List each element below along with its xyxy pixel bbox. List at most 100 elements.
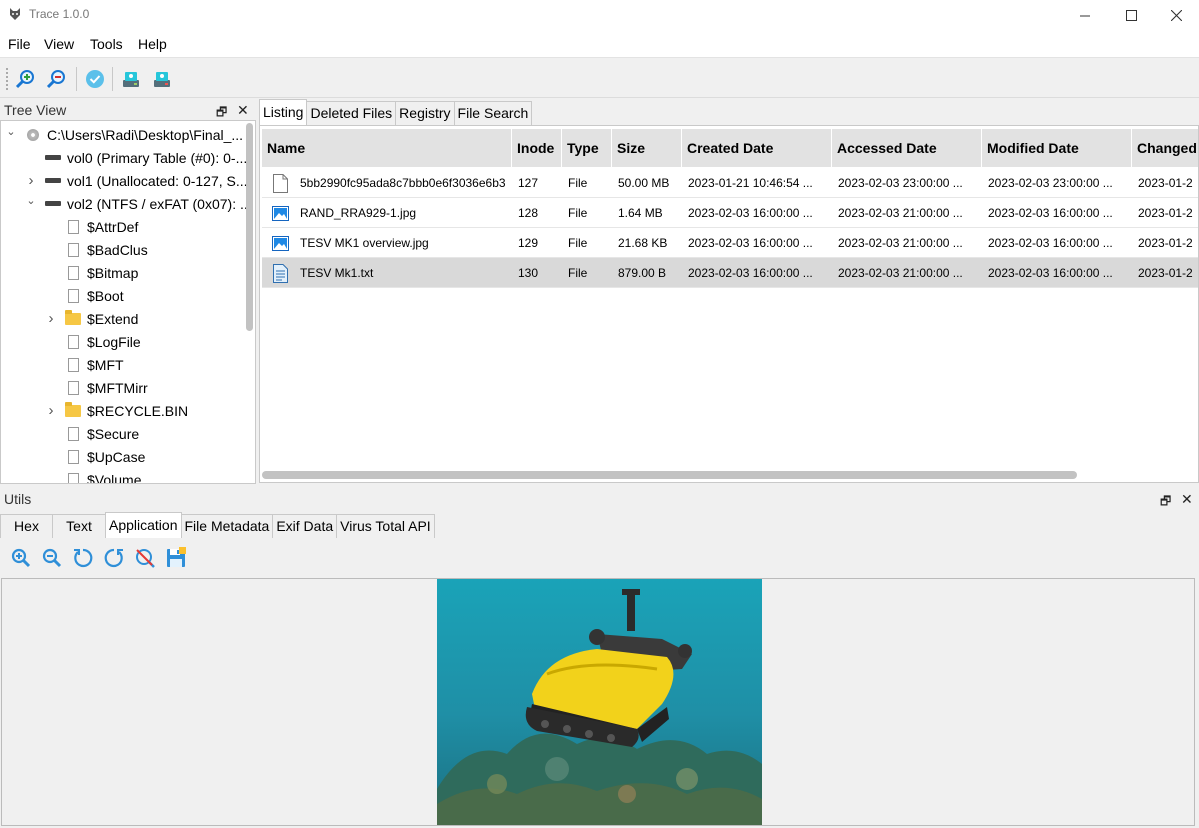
rotate-right-button[interactable] — [102, 546, 126, 570]
image-viewer — [1, 578, 1195, 826]
utils-tab-file-metadata[interactable]: File Metadata — [180, 514, 274, 538]
cell-name: TESV Mk1.txt — [300, 266, 374, 280]
column-header-created-date[interactable]: Created Date — [682, 129, 832, 167]
rotate-left-button[interactable] — [71, 546, 95, 570]
utils-float-button[interactable]: 🗗 — [1160, 492, 1171, 513]
tree-item-label: $Boot — [87, 287, 124, 304]
collapse-arrow-icon[interactable]: › — [25, 172, 37, 189]
tree-item[interactable]: $BadClus — [45, 238, 148, 261]
tree-item[interactable]: › vol1 (Unallocated: 0-127, S... — [25, 169, 248, 192]
tree-item[interactable]: $LogFile — [45, 330, 141, 353]
column-header-changed[interactable]: Changed — [1132, 129, 1198, 167]
file-icon — [65, 357, 81, 373]
cell-type: File — [568, 236, 588, 250]
utils-close-button[interactable]: ✕ — [1181, 491, 1193, 508]
tree-item[interactable]: ⌄ vol2 (NTFS / exFAT (0x07): ... — [25, 192, 252, 215]
cell-name: TESV MK1 overview.jpg — [300, 236, 429, 250]
zoom-in-button[interactable] — [9, 546, 33, 570]
tree-item[interactable]: › $Extend — [45, 307, 138, 330]
table-row[interactable]: 5bb2990fc95ada8c7bbb0e6f3036e6b3 127 File 5… — [262, 168, 1198, 198]
tree-item[interactable]: $Secure — [45, 422, 139, 445]
table-row[interactable]: TESV MK1 overview.jpg 129 File 21.68 KB 2023… — [262, 228, 1198, 258]
scrollbar-thumb[interactable] — [262, 471, 1077, 479]
menu-view[interactable]: View — [44, 36, 74, 52]
tree-item[interactable]: $Boot — [45, 284, 124, 307]
collapse-arrow-icon[interactable]: › — [45, 402, 57, 419]
reset-view-button[interactable] — [133, 546, 157, 570]
remove-image-button[interactable] — [45, 67, 69, 91]
unmount-drive-button[interactable] — [150, 67, 174, 91]
tree-item[interactable]: $Bitmap — [45, 261, 138, 284]
add-image-button[interactable] — [14, 67, 38, 91]
menu-help[interactable]: Help — [138, 36, 167, 52]
tab-registry[interactable]: Registry — [395, 101, 455, 125]
mount-drive-button[interactable] — [119, 67, 143, 91]
cell-accessed: 2023-02-03 23:00:00 ... — [838, 176, 963, 190]
disc-icon — [25, 127, 41, 143]
zoom-out-icon — [42, 548, 62, 568]
tab-deleted-files[interactable]: Deleted Files — [306, 101, 397, 125]
utils-tab-application[interactable]: Application — [105, 512, 182, 538]
listing-horizontal-scrollbar[interactable] — [262, 469, 1196, 479]
column-header-size[interactable]: Size — [612, 129, 682, 167]
tree-item[interactable]: ⌄ C:\Users\Radi\Desktop\Final_... — [5, 123, 243, 146]
save-button[interactable] — [164, 546, 188, 570]
tree-item-label: $AttrDef — [87, 218, 139, 235]
app-logo-icon — [10, 8, 20, 20]
tree-view-close-button[interactable]: ✕ — [237, 102, 249, 119]
toolbar-grip[interactable] — [6, 68, 8, 90]
utils-tab-hex[interactable]: Hex — [0, 514, 53, 538]
utils-tab-bar: Hex Text Application File Metadata Exif Data… — [0, 512, 435, 538]
tree-item[interactable]: $MFT — [45, 353, 124, 376]
table-row[interactable]: TESV Mk1.txt 130 File 879.00 B 2023-02-03 16… — [262, 258, 1198, 288]
maximize-button[interactable] — [1108, 0, 1154, 30]
menu-tools[interactable]: Tools — [90, 36, 123, 52]
close-window-button[interactable] — [1153, 0, 1199, 30]
tree-item[interactable]: $MFTMirr — [45, 376, 148, 399]
toolbar-separator — [112, 67, 113, 91]
tree-view-title: Tree View — [4, 102, 67, 118]
column-header-modified-date[interactable]: Modified Date — [982, 129, 1132, 167]
tree-item[interactable]: › $RECYCLE.BIN — [45, 399, 188, 422]
column-header-accessed-date[interactable]: Accessed Date — [832, 129, 982, 167]
verify-button[interactable] — [83, 67, 107, 91]
tree-item[interactable]: $UpCase — [45, 445, 145, 468]
title-bar: Trace 1.0.0 — [0, 0, 1199, 30]
cell-type: File — [568, 176, 588, 190]
utils-tab-text[interactable]: Text — [52, 514, 106, 538]
tree-item-label: vol2 (NTFS / exFAT (0x07): ... — [67, 195, 252, 212]
cell-created: 2023-01-21 10:46:54 ... — [688, 176, 813, 190]
tree-item[interactable]: vol0 (Primary Table (#0): 0-... — [25, 146, 247, 169]
table-row[interactable]: RAND_RRA929-1.jpg 128 File 1.64 MB 2023-02-0… — [262, 198, 1198, 228]
file-icon — [65, 449, 81, 465]
column-header-name[interactable]: Name — [262, 129, 512, 167]
tab-file-search[interactable]: File Search — [453, 101, 533, 125]
tree-vertical-scrollbar[interactable] — [245, 123, 253, 481]
file-icon — [65, 288, 81, 304]
cell-changed: 2023-01-2 — [1138, 236, 1193, 250]
window-title: Trace 1.0.0 — [29, 7, 90, 21]
image-file-icon — [272, 233, 289, 253]
tree-item[interactable]: $Volume — [45, 468, 141, 483]
tree-item-label: $LogFile — [87, 333, 141, 350]
tab-listing[interactable]: Listing — [259, 99, 308, 125]
tree-item[interactable]: $AttrDef — [45, 215, 138, 238]
column-header-type[interactable]: Type — [562, 129, 612, 167]
tree-item-label: C:\Users\Radi\Desktop\Final_... — [47, 126, 244, 143]
zoom-out-button[interactable] — [40, 546, 64, 570]
minimize-button[interactable] — [1062, 0, 1108, 30]
utils-tab-exif-data[interactable]: Exif Data — [272, 514, 338, 538]
menu-file[interactable]: File — [8, 36, 31, 52]
cell-accessed: 2023-02-03 21:00:00 ... — [838, 206, 963, 220]
viewer-toolbar — [0, 538, 1199, 578]
collapse-arrow-icon[interactable]: › — [45, 310, 57, 327]
column-header-inode[interactable]: Inode — [512, 129, 562, 167]
cell-size: 50.00 MB — [618, 176, 670, 190]
expand-arrow-icon[interactable]: ⌄ — [5, 125, 17, 138]
utils-tab-virus-total-api[interactable]: Virus Total API — [336, 514, 435, 538]
expand-arrow-icon[interactable]: ⌄ — [25, 194, 37, 207]
tree-item-label: $RECYCLE.BIN — [87, 402, 189, 419]
scrollbar-thumb[interactable] — [246, 123, 253, 331]
preview-image — [437, 579, 762, 825]
drive-icon — [45, 173, 61, 189]
